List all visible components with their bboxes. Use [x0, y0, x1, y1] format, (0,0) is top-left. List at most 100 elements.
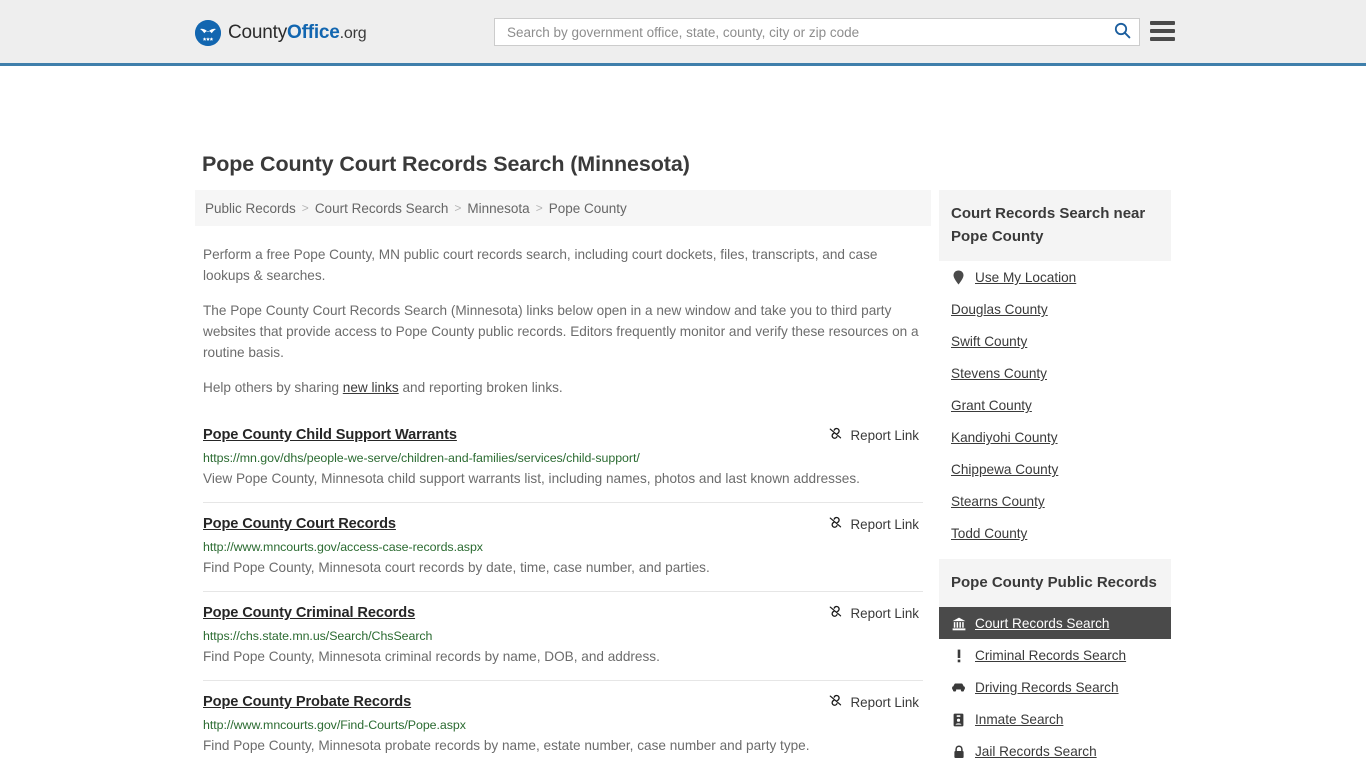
- sidebar-item-label: Douglas County: [951, 302, 1048, 317]
- hamburger-menu-icon[interactable]: [1150, 20, 1175, 42]
- brand-county: County: [228, 22, 288, 43]
- sidebar-item-grant-county[interactable]: Grant County: [939, 389, 1171, 421]
- broken-link-icon: [828, 426, 843, 444]
- intro-text-after: and reporting broken links.: [398, 380, 563, 395]
- hamburger-bar: [1150, 37, 1175, 41]
- result-url[interactable]: http://www.mncourts.gov/access-case-reco…: [203, 540, 923, 554]
- sidebar-item-jail-records-search[interactable]: Jail Records Search: [939, 735, 1171, 767]
- result-title-link[interactable]: Pope County Child Support Warrants: [203, 427, 457, 443]
- nearby-county-list: Use My Location Douglas County Swift Cou…: [939, 261, 1171, 549]
- page-title: Pope County Court Records Search (Minnes…: [202, 152, 690, 176]
- breadcrumb-separator: >: [301, 201, 309, 215]
- breadcrumb-separator: >: [454, 201, 462, 215]
- intro-paragraph-2: The Pope County Court Records Search (Mi…: [203, 303, 919, 360]
- sidebar-item-label: Criminal Records Search: [975, 648, 1127, 663]
- result-title-link[interactable]: Pope County Court Records: [203, 516, 396, 532]
- result-title-link[interactable]: Pope County Criminal Records: [203, 605, 415, 621]
- result-item: Pope County Child Support Warrants Repor…: [203, 418, 923, 502]
- result-description: Find Pope County, Minnesota court record…: [203, 560, 710, 575]
- brand-office: Office: [287, 22, 340, 43]
- search-input[interactable]: [505, 19, 1105, 45]
- list-item: Kandiyohi County: [939, 421, 1171, 453]
- sidebar-item-criminal-records-search[interactable]: Criminal Records Search: [939, 639, 1171, 671]
- search-bar[interactable]: [494, 18, 1140, 46]
- sidebar-item-court-records-search[interactable]: Court Records Search: [939, 607, 1171, 639]
- main-content: Public Records > Court Records Search > …: [195, 190, 931, 768]
- broken-link-icon: [828, 693, 843, 711]
- sidebar-item-label: Grant County: [951, 398, 1032, 413]
- courthouse-icon: [951, 617, 966, 631]
- list-item: Swift County: [939, 325, 1171, 357]
- intro-section: Perform a free Pope County, MN public co…: [195, 244, 931, 398]
- intro-paragraph-1: Perform a free Pope County, MN public co…: [203, 247, 878, 283]
- sidebar-item-label: Stearns County: [951, 494, 1045, 509]
- result-description: View Pope County, Minnesota child suppor…: [203, 471, 860, 486]
- eagle-stars-logo-icon: [195, 20, 221, 46]
- result-url[interactable]: http://www.mncourts.gov/Find-Courts/Pope…: [203, 718, 923, 732]
- report-link-button[interactable]: Report Link: [828, 515, 919, 533]
- exclamation-icon: [951, 649, 966, 663]
- sidebar-item-inmate-search[interactable]: Inmate Search: [939, 703, 1171, 735]
- list-item: Inmate Search: [939, 703, 1171, 735]
- sidebar-item-label: Kandiyohi County: [951, 430, 1058, 445]
- list-item: Jail Records Search: [939, 735, 1171, 767]
- list-item: Grant County: [939, 389, 1171, 421]
- sidebar-item-label: Jail Records Search: [975, 744, 1097, 759]
- sidebar-item-kandiyohi-county[interactable]: Kandiyohi County: [939, 421, 1171, 453]
- result-description: Find Pope County, Minnesota probate reco…: [203, 738, 810, 753]
- report-link-label: Report Link: [850, 605, 919, 621]
- sidebar-item-label: Court Records Search: [975, 616, 1110, 631]
- sidebar: Court Records Search near Pope County Us…: [939, 190, 1171, 768]
- search-icon: [1114, 22, 1131, 42]
- report-link-label: Report Link: [850, 427, 919, 443]
- breadcrumb-item-court-records-search[interactable]: Court Records Search: [315, 201, 449, 216]
- public-records-panel: Pope County Public Records Court Records…: [939, 559, 1171, 767]
- intro-text-before: Help others by sharing: [203, 380, 343, 395]
- report-link-button[interactable]: Report Link: [828, 604, 919, 622]
- list-item: Criminal Records Search: [939, 639, 1171, 671]
- list-item: Stearns County: [939, 485, 1171, 517]
- brand-text: CountyOffice.org: [228, 22, 367, 44]
- broken-link-icon: [828, 604, 843, 622]
- breadcrumb-item-pope-county[interactable]: Pope County: [549, 201, 627, 216]
- sidebar-item-douglas-county[interactable]: Douglas County: [939, 293, 1171, 325]
- report-link-button[interactable]: Report Link: [828, 693, 919, 711]
- new-links-link[interactable]: new links: [343, 380, 399, 395]
- result-title-link[interactable]: Pope County Probate Records: [203, 694, 411, 710]
- sidebar-item-chippewa-county[interactable]: Chippewa County: [939, 453, 1171, 485]
- result-item: Pope County Criminal Records Report Link…: [203, 591, 923, 680]
- sidebar-item-swift-county[interactable]: Swift County: [939, 325, 1171, 357]
- breadcrumb: Public Records > Court Records Search > …: [195, 190, 931, 226]
- list-item: Court Records Search: [939, 607, 1171, 639]
- breadcrumb-item-minnesota[interactable]: Minnesota: [467, 201, 529, 216]
- result-item: Pope County Probate Records Report Link …: [203, 680, 923, 768]
- lock-icon: [951, 744, 966, 759]
- intro-paragraph-3: Help others by sharing new links and rep…: [203, 377, 923, 398]
- page-body: Pope County Court Records Search (Minnes…: [0, 66, 1366, 765]
- sidebar-item-label: Driving Records Search: [975, 680, 1119, 695]
- brand-org: .org: [339, 25, 367, 42]
- sidebar-item-label: Swift County: [951, 334, 1028, 349]
- sidebar-item-use-my-location[interactable]: Use My Location: [939, 261, 1171, 293]
- report-link-label: Report Link: [850, 694, 919, 710]
- result-item: Pope County Court Records Report Link ht…: [203, 502, 923, 591]
- report-link-button[interactable]: Report Link: [828, 426, 919, 444]
- site-logo[interactable]: CountyOffice.org: [195, 19, 367, 47]
- sidebar-item-stevens-county[interactable]: Stevens County: [939, 357, 1171, 389]
- results-list: Pope County Child Support Warrants Repor…: [195, 418, 931, 768]
- hamburger-bar: [1150, 29, 1175, 33]
- breadcrumb-separator: >: [535, 201, 543, 215]
- sidebar-item-todd-county[interactable]: Todd County: [939, 517, 1171, 549]
- hamburger-bar: [1150, 21, 1175, 25]
- result-url[interactable]: https://chs.state.mn.us/Search/ChsSearch: [203, 629, 923, 643]
- sidebar-item-stearns-county[interactable]: Stearns County: [939, 485, 1171, 517]
- result-url[interactable]: https://mn.gov/dhs/people-we-serve/child…: [203, 451, 923, 465]
- breadcrumb-item-public-records[interactable]: Public Records: [205, 201, 296, 216]
- sidebar-item-driving-records-search[interactable]: Driving Records Search: [939, 671, 1171, 703]
- list-item: Chippewa County: [939, 453, 1171, 485]
- list-item: Driving Records Search: [939, 671, 1171, 703]
- sidebar-item-label: Chippewa County: [951, 462, 1059, 477]
- search-button[interactable]: [1105, 19, 1139, 45]
- report-link-label: Report Link: [850, 516, 919, 532]
- car-icon: [951, 682, 966, 693]
